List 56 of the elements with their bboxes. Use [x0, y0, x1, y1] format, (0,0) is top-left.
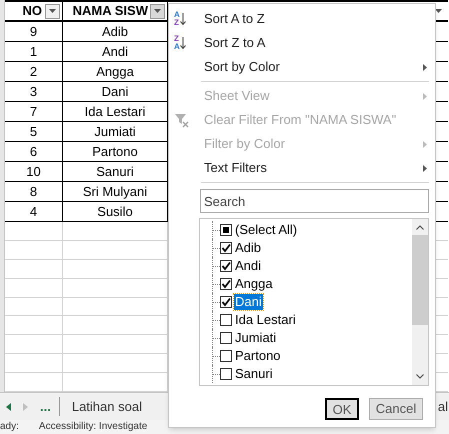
list-item[interactable]: Partono [234, 348, 282, 364]
scroll-left-icon[interactable] [6, 402, 11, 410]
checkbox[interactable] [220, 350, 232, 362]
list-item[interactable]: Andi [234, 258, 262, 274]
checkbox[interactable] [220, 368, 232, 380]
list-item[interactable]: Sanuri [234, 366, 274, 382]
table-cell: 1 [5, 42, 63, 61]
table-cell: 3 [5, 82, 63, 101]
table-cell: 10 [5, 162, 63, 181]
list-item[interactable]: Jumiati [234, 330, 278, 346]
checkbox[interactable] [220, 260, 232, 272]
sheet-tab[interactable]: al [438, 396, 449, 416]
dropdown-arrow-icon [435, 9, 442, 13]
table-cell: 4 [5, 202, 63, 221]
sheet-tab[interactable]: Latihan soal [72, 396, 142, 416]
checkbox[interactable] [220, 224, 232, 236]
table-cell: 5 [5, 122, 63, 141]
search-field[interactable]: Search [200, 189, 429, 213]
dropdown-arrow-icon [154, 9, 161, 13]
filter-button[interactable] [150, 4, 165, 18]
cancel-button[interactable]: Cancel [369, 398, 423, 420]
list-item[interactable]: Ida Lestari [234, 312, 297, 328]
checkbox[interactable] [220, 278, 232, 290]
submenu-arrow-icon [423, 64, 427, 70]
table-cell: 2 [5, 62, 63, 81]
clear-filter-icon [174, 112, 190, 128]
ok-button[interactable]: OK [325, 398, 359, 420]
scroll-up-icon[interactable] [416, 225, 424, 230]
submenu-arrow-icon [423, 140, 427, 148]
checkbox[interactable] [220, 332, 232, 344]
status-text: ady: [0, 422, 19, 432]
menu-item[interactable]: Sort by Color [169, 55, 435, 79]
more-tabs-button[interactable]: ... [40, 396, 60, 416]
column-header: NO [5, 2, 63, 20]
menu-item[interactable]: Text Filters [169, 156, 435, 180]
list-item[interactable]: Angga [234, 276, 274, 292]
table-cell: 8 [5, 182, 63, 201]
filter-button[interactable] [45, 4, 60, 18]
menu-item[interactable]: Z A Sort Z to A [169, 31, 435, 55]
checkbox[interactable] [220, 296, 232, 308]
list-item[interactable]: (Select All) [234, 222, 298, 238]
checkbox[interactable] [220, 242, 232, 254]
table-cell: 6 [5, 142, 63, 161]
dropdown-arrow-icon [49, 9, 56, 13]
submenu-arrow-icon [423, 164, 427, 172]
scrollbar[interactable] [412, 219, 428, 385]
column-header: NAMA SISW [63, 2, 168, 20]
list-item[interactable]: Dani [234, 294, 263, 310]
checkbox[interactable] [220, 314, 232, 326]
submenu-arrow-icon [423, 92, 427, 100]
menu-item[interactable]: A Z Sort A to Z [169, 7, 435, 31]
table-cell: 7 [5, 102, 63, 121]
scroll-down-icon[interactable] [416, 374, 424, 379]
list-item[interactable]: Adib [234, 240, 262, 256]
accessibility-status[interactable]: Accessibility: Investigate [38, 422, 148, 432]
table-cell: 9 [5, 22, 63, 41]
